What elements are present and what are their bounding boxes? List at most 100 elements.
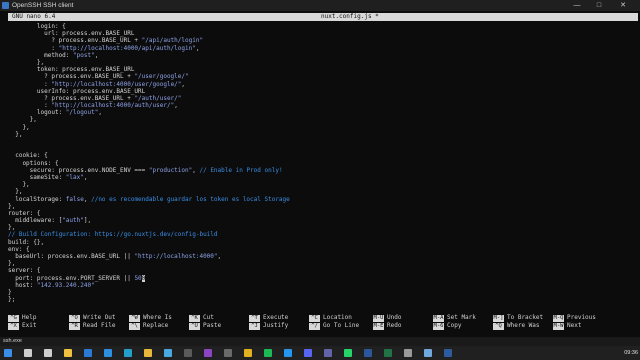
nano-header-bar: GNU nano 6.4 nuxt.config.js * xyxy=(8,13,638,21)
shortcut-read-file: ^R Read File xyxy=(69,322,116,330)
terminal-2-icon[interactable] xyxy=(224,349,232,357)
terminal-app-icon xyxy=(2,2,9,9)
code-token: port: process.env.PORT_SERVER || xyxy=(8,274,135,282)
chrome-icon[interactable] xyxy=(144,349,152,357)
terminal-icon[interactable] xyxy=(184,349,192,357)
search-icon[interactable] xyxy=(24,349,32,357)
shortcut-undo: M-U Undo xyxy=(373,314,401,322)
code-token: router: { xyxy=(8,209,41,217)
spotify-icon[interactable] xyxy=(264,349,272,357)
code-token: }; xyxy=(8,296,16,304)
shortcut-key: ^X xyxy=(8,323,19,330)
shortcut-write-out: ^O Write Out xyxy=(69,314,116,322)
window-title: OpenSSH SSH client xyxy=(12,2,74,9)
window-titlebar: OpenSSH SSH client — □ ✕ xyxy=(0,0,640,11)
code-line: }, xyxy=(8,131,638,138)
shortcut-label: Set Mark xyxy=(447,314,476,321)
code-line: }; xyxy=(8,296,638,303)
shortcut-location: ^C Location xyxy=(309,314,352,322)
onenote-icon[interactable] xyxy=(204,349,212,357)
mail-icon[interactable] xyxy=(84,349,92,357)
code-line: : "http://localhost:4000/user/google/", xyxy=(8,81,638,88)
docker-icon[interactable] xyxy=(284,349,292,357)
shortcut-where-is: ^W Where Is xyxy=(129,314,172,322)
discord-icon[interactable] xyxy=(304,349,312,357)
shortcut-key: ^\ xyxy=(129,323,140,330)
windows-taskbar: 09:36 xyxy=(0,346,640,360)
code-line: ? process.env.BASE_URL + "/api/auth/logi… xyxy=(8,37,638,44)
code-token: // Build Configuration: https://go.nuxtj… xyxy=(8,231,218,239)
vpn-icon[interactable] xyxy=(244,349,252,357)
shortcut-label: To Bracket xyxy=(507,314,544,321)
code-token: url: process.env.BASE_URL xyxy=(8,30,135,38)
code-line: }, xyxy=(8,260,638,267)
nano-shortcut-bar: ^G Help ^O Write Out ^W Where Is ^K Cut ^T Execut… xyxy=(8,314,638,332)
code-token: , xyxy=(94,51,99,59)
shortcut-label: Execute xyxy=(263,314,289,321)
vscode-icon[interactable] xyxy=(104,349,112,357)
shortcut-go-to-line: ^/Go To Line xyxy=(309,322,359,330)
code-line: port: process.env.PORT_SERVER || 500 xyxy=(8,274,638,282)
windows-start-icon[interactable] xyxy=(4,349,12,357)
powershell-icon[interactable] xyxy=(444,349,452,357)
code-token: //no es recomendable guardar los token e… xyxy=(91,195,290,203)
code-token: middleware: [ xyxy=(8,217,63,225)
code-line: }, xyxy=(8,59,638,66)
shortcut-key: ^Q xyxy=(493,323,504,330)
word-icon[interactable] xyxy=(364,349,372,357)
code-token: }, xyxy=(8,188,23,196)
clock-time[interactable]: 09:36 xyxy=(624,350,638,356)
code-line: middleware: ["auth"], xyxy=(8,217,638,224)
code-line: token: process.env.BASE_URL xyxy=(8,66,638,73)
code-token: }, xyxy=(8,116,37,124)
close-button[interactable]: ✕ xyxy=(614,0,632,11)
code-token: , xyxy=(217,253,222,260)
excel-icon[interactable] xyxy=(384,349,392,357)
shortcut-exit: ^X Exit xyxy=(8,322,36,330)
code-line: ? process.env.BASE_URL + "/user/google/" xyxy=(8,73,638,80)
code-token: ? process.env.BASE_URL + xyxy=(8,37,142,45)
shortcut-label: Write Out xyxy=(83,314,116,321)
editor-text-area[interactable]: login: { url: process.env.BASE_URL ? pro… xyxy=(8,23,638,313)
shortcut-paste: ^U Paste xyxy=(189,322,221,330)
code-token: "/auth/user/" xyxy=(134,94,182,102)
shortcut-label: Previous xyxy=(567,314,596,321)
code-line: }, xyxy=(8,224,638,231)
code-line: host: "142.93.240.240" xyxy=(8,282,638,289)
code-token: "http://localhost:4000/user/google/" xyxy=(51,80,182,88)
shortcut-label: Replace xyxy=(143,322,169,329)
code-token: "http://localhost:4000/api/auth/login" xyxy=(58,44,196,52)
maximize-button[interactable]: □ xyxy=(590,0,608,11)
code-line: options: { xyxy=(8,160,638,167)
shortcut-key: ^O xyxy=(69,315,80,322)
code-token: }, xyxy=(8,202,16,210)
code-line: logout: "/logout", xyxy=(8,109,638,116)
code-token: host: xyxy=(8,281,37,289)
teams-icon[interactable] xyxy=(324,349,332,357)
code-token: }, xyxy=(8,224,16,232)
shortcut-cut: ^K Cut xyxy=(189,314,214,322)
shortcut-label: Redo xyxy=(387,322,402,329)
code-token: }, xyxy=(8,260,16,268)
code-line: baseUrl: process.env.BASE_URL || "http:/… xyxy=(8,253,638,260)
photos-icon[interactable] xyxy=(164,349,172,357)
code-token: }, xyxy=(8,130,23,138)
code-token: , xyxy=(83,173,88,181)
code-line: }, xyxy=(8,116,638,123)
task-view-icon[interactable] xyxy=(44,349,52,357)
code-token: "/user/google/" xyxy=(134,73,189,81)
code-token: ? process.env.BASE_URL + xyxy=(8,73,135,81)
edge-icon[interactable] xyxy=(124,349,132,357)
code-token: env: { xyxy=(8,245,30,253)
code-line: }, xyxy=(8,203,638,210)
file-explorer-icon[interactable] xyxy=(64,349,72,357)
settings-icon[interactable] xyxy=(404,349,412,357)
minimize-button[interactable]: — xyxy=(568,0,586,11)
whatsapp-icon[interactable] xyxy=(344,349,352,357)
shortcut-key: M-A xyxy=(433,315,444,322)
code-token: "/api/auth/login" xyxy=(141,37,204,45)
code-token: cookie: { xyxy=(8,152,48,160)
shortcut-set-mark: M-A Set Mark xyxy=(433,314,476,322)
shortcut-label: Exit xyxy=(22,322,37,329)
notepad-icon[interactable] xyxy=(424,349,432,357)
